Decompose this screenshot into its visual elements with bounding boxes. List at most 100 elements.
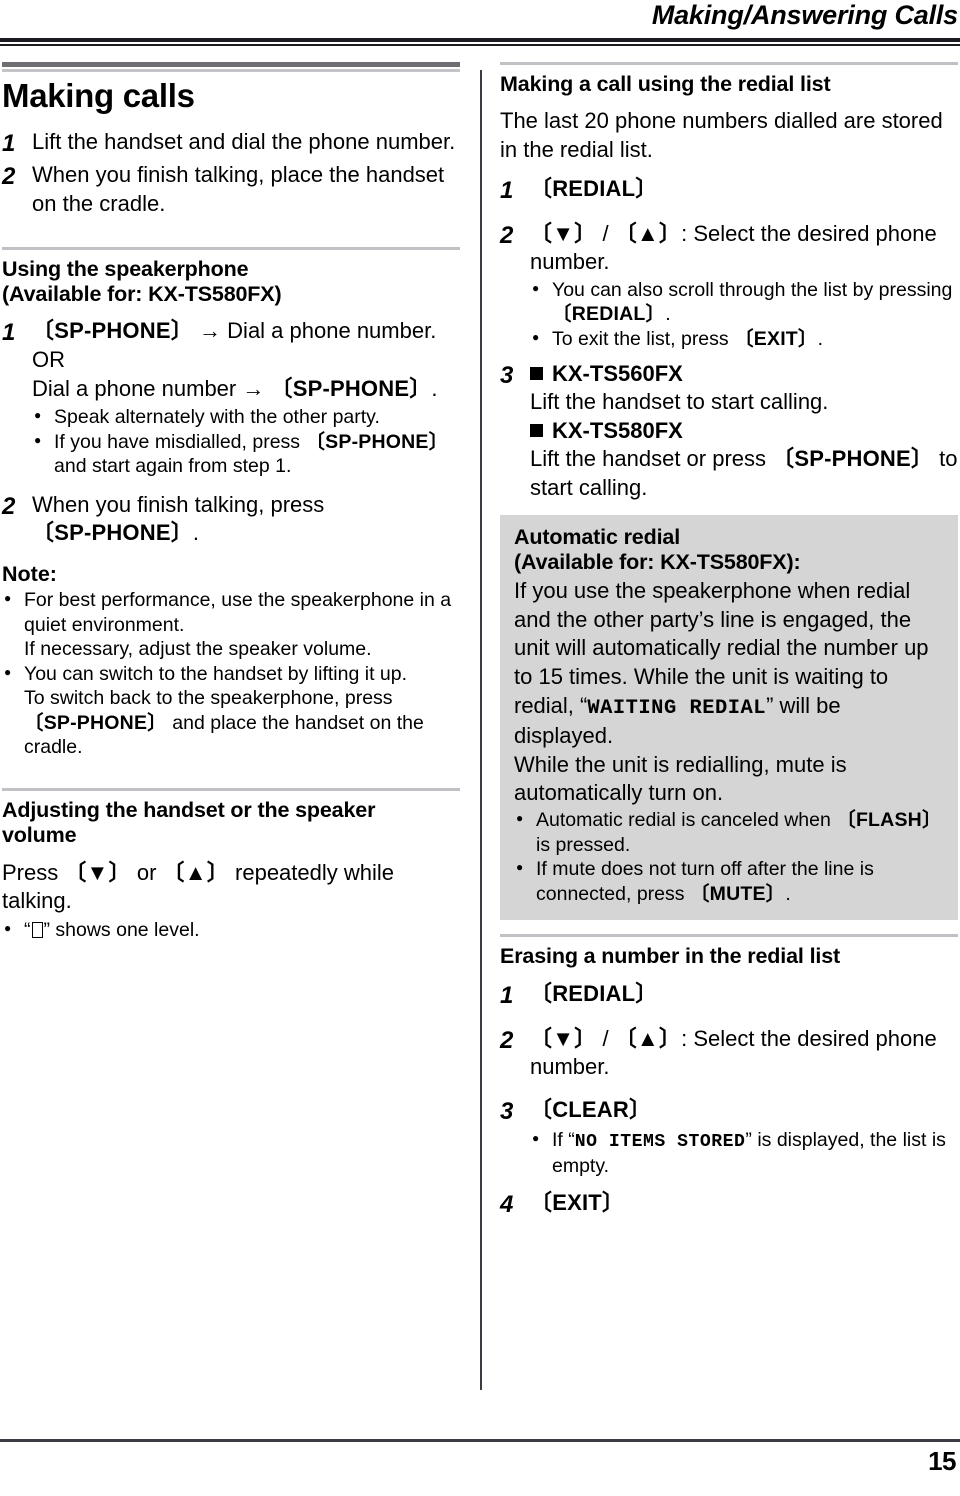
arrow-icon: →	[199, 318, 222, 344]
key-sp-phone: 〔SP-PHONE〕	[772, 446, 934, 472]
step-number: 1	[500, 176, 514, 204]
step-text: When you finish talking, press 〔SP-PHONE…	[32, 491, 460, 548]
note-bullet-2-line-1: You can switch to the handset by lifting…	[24, 662, 408, 685]
key-redial: 〔REDIAL〕	[552, 303, 666, 326]
step-text: 〔EXIT〕	[530, 1189, 958, 1218]
bullet-post: .	[817, 328, 824, 351]
step-item: 2 〔▼〕 / 〔▲〕: Select the desired phone nu…	[500, 1025, 958, 1082]
column-divider	[480, 70, 482, 1390]
list-item: Speak alternately with the other party.	[32, 404, 460, 430]
right-column: Making a call using the redial list The …	[500, 62, 958, 1222]
heading-line-1: Using the speakerphone	[2, 256, 249, 281]
callout-body: If you use the speakerphone when redial …	[514, 577, 944, 751]
two-column-body: Making calls 1 Lift the handset and dial…	[0, 62, 960, 1392]
step-text-rest: Dial a phone number.	[227, 318, 437, 344]
bullet-post: is pressed.	[536, 833, 631, 856]
step-text: 〔CLEAR〕	[530, 1096, 958, 1125]
step-text: When you finish talking, place the hands…	[32, 162, 445, 217]
step-text-post: .	[192, 520, 200, 546]
bullet-text-post: and start again from step 1.	[54, 455, 292, 478]
step-item: 3 KX-TS560FX Lift the handset to start c…	[500, 360, 958, 503]
square-bullet-icon	[530, 366, 543, 380]
list-item: For best performance, use the speakerpho…	[2, 587, 460, 662]
list-item: If “NO ITEMS STORED” is displayed, the l…	[530, 1127, 958, 1178]
key-redial: 〔REDIAL〕	[530, 175, 658, 201]
page-number: 15	[928, 1446, 956, 1476]
model-name: KX-TS580FX	[552, 417, 683, 443]
footer-rule	[0, 1439, 960, 1442]
section-rule-sub	[500, 62, 958, 65]
left-column: Making calls 1 Lift the handset and dial…	[2, 62, 460, 942]
step-item: 2 When you finish talking, press 〔SP-PHO…	[2, 491, 460, 548]
section-rule-sub	[500, 934, 958, 938]
bullet-pre: If “	[552, 1129, 575, 1152]
step-text: KX-TS560FX Lift the handset to start cal…	[530, 360, 958, 503]
step-number: 3	[500, 1098, 514, 1126]
list-item: If you have misdialled, press 〔SP-PHONE〕…	[32, 429, 460, 479]
note-heading: Note:	[2, 562, 57, 587]
automatic-redial-callout: Automatic redial (Available for: KX-TS58…	[500, 514, 958, 921]
bullet-post: .	[665, 303, 671, 326]
list-item: To exit the list, press 〔EXIT〕.	[530, 326, 958, 352]
chapter-title: Making/Answering Calls	[651, 0, 958, 30]
key-redial: 〔REDIAL〕	[530, 980, 658, 1006]
level-box-icon	[31, 921, 43, 938]
step-item: 1 〔REDIAL〕	[500, 980, 958, 1011]
step-text: 〔▼〕 / 〔▲〕: Select the desired phone numb…	[530, 1025, 958, 1082]
key-up: 〔▲〕	[614, 220, 682, 246]
note-bullet-2-pre: To switch back to the speakerphone, pres…	[24, 687, 393, 710]
key-down: 〔▼〕	[530, 220, 597, 246]
key-volume-down: 〔▼〕	[64, 859, 131, 885]
key-sp-phone: 〔SP-PHONE〕	[305, 430, 449, 453]
key-sp-phone: 〔SP-PHONE〕	[24, 711, 167, 734]
step-text: 〔▼〕 / 〔▲〕: Select the desired phone numb…	[530, 220, 958, 277]
header-rule-thick	[0, 38, 960, 42]
square-bullet-icon	[530, 423, 543, 437]
slash-separator: /	[596, 1025, 615, 1051]
alt-post: .	[431, 375, 438, 401]
step-item: 1 Lift the handset and dial the phone nu…	[2, 128, 460, 159]
key-sp-phone: 〔SP-PHONE〕	[32, 318, 193, 344]
step-text: Lift the handset and dial the phone numb…	[32, 129, 456, 155]
bullet-pre: You can also scroll through the list by …	[552, 278, 953, 301]
key-exit: 〔EXIT〕	[734, 328, 818, 351]
step-item: 2 When you finish talking, place the han…	[2, 161, 460, 218]
step-number: 2	[2, 492, 16, 520]
step-item: 3 〔CLEAR〕	[500, 1096, 958, 1127]
step-number: 4	[500, 1190, 514, 1218]
section-rule-sub	[2, 246, 460, 250]
step-number: 1	[2, 319, 16, 347]
key-flash: 〔FLASH〕	[836, 809, 942, 832]
step-number: 2	[500, 221, 514, 249]
redial-intro: The last 20 phone numbers dialled are st…	[500, 108, 943, 162]
model-580-instruction: Lift the handset or press 〔SP-PHONE〕 to …	[530, 445, 958, 502]
key-up: 〔▲〕	[614, 1025, 682, 1051]
section-rule-main	[2, 62, 460, 72]
step-text: 〔REDIAL〕	[530, 980, 958, 1009]
bullet-post: .	[785, 882, 791, 905]
list-item: “ ” shows one level.	[2, 917, 460, 943]
step-number: 2	[500, 1026, 514, 1054]
heading-line-2: (Available for: KX-TS580FX):	[514, 549, 801, 574]
list-item: If mute does not turn off after the line…	[514, 856, 944, 906]
heading-line-1: Adjusting the handset or the speaker	[2, 797, 376, 822]
lcd-text-waiting-redial: WAITING REDIAL	[587, 696, 767, 720]
list-item: Automatic redial is canceled when 〔FLASH…	[514, 807, 944, 857]
or-label: OR	[32, 346, 65, 372]
list-item: You can switch to the handset by lifting…	[2, 661, 460, 760]
step-text-pre: When you finish talking, press	[32, 491, 325, 517]
arrow-icon: →	[242, 375, 265, 401]
quote-open: “	[24, 918, 31, 941]
step-number: 2	[2, 163, 16, 191]
heading-line-2: (Available for: KX-TS580FX)	[2, 282, 282, 307]
key-volume-up: 〔▲〕	[162, 859, 229, 885]
key-sp-phone: 〔SP-PHONE〕	[32, 520, 193, 546]
model-name: KX-TS560FX	[552, 360, 683, 386]
press-pre: Press	[2, 859, 65, 885]
note-bullets: For best performance, use the speakerpho…	[2, 587, 460, 760]
key-sp-phone: 〔SP-PHONE〕	[270, 375, 432, 401]
bullet-pre: To exit the list, press	[552, 328, 735, 351]
press-mid: or	[130, 859, 163, 885]
callout-bullets: Automatic redial is canceled when 〔FLASH…	[514, 807, 944, 906]
volume-bullets: “ ” shows one level.	[2, 917, 460, 943]
